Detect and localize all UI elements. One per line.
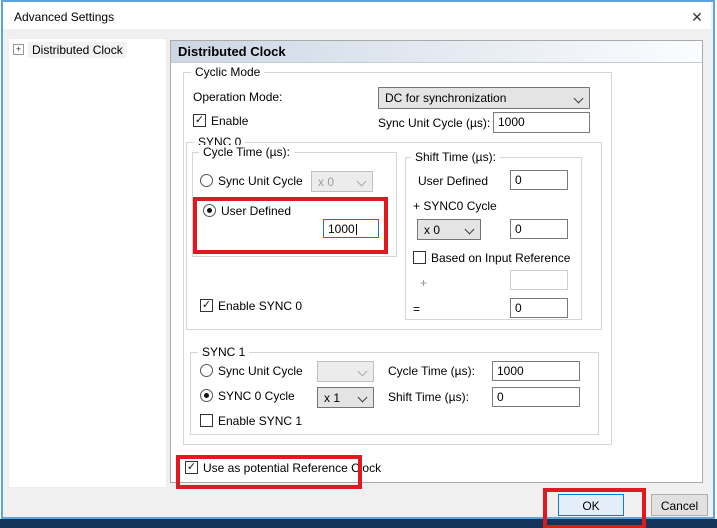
shift-multiplier-select[interactable]: x 0 <box>417 219 481 240</box>
enable-sync0-label[interactable]: Enable SYNC 0 <box>218 299 302 313</box>
reference-clock-label[interactable]: Use as potential Reference Clock <box>203 461 381 475</box>
sync1-shift-time-input[interactable]: 0 <box>492 387 580 407</box>
ok-button[interactable]: OK <box>558 494 624 516</box>
sync1-cycle-time-label: Cycle Time (µs): <box>388 364 475 378</box>
shift-user-defined-input[interactable]: 0 <box>510 170 568 190</box>
sync1-sync-unit-cycle-radio[interactable] <box>200 364 213 377</box>
plus-sync0-cycle-label: + SYNC0 Cycle <box>413 199 497 213</box>
screen: Advanced Settings ✕ + Distributed Clock … <box>0 0 717 528</box>
shift-equals-input[interactable]: 0 <box>510 298 568 318</box>
sync1-unit-multiplier-select[interactable] <box>317 361 374 382</box>
chevron-down-icon <box>358 393 368 403</box>
based-on-input-reference-checkbox[interactable] <box>413 251 426 264</box>
shift-user-defined-label: User Defined <box>418 174 488 188</box>
sync0-user-defined-input[interactable]: 1000 <box>323 219 379 238</box>
sync1-sync0-multiplier-value: x 1 <box>324 391 340 405</box>
sync1-sync0-cycle-radio[interactable] <box>200 389 213 402</box>
shift-plus-label: + <box>420 276 427 290</box>
reference-clock-checkbox[interactable]: ✓ <box>185 461 198 474</box>
shift-equals-label: = <box>413 302 420 316</box>
cyclic-mode-legend: Cyclic Mode <box>191 65 264 79</box>
sync0-cycle-time-legend: Cycle Time (µs): <box>199 145 294 159</box>
tree-expander-icon[interactable]: + <box>13 44 24 55</box>
enable-sync1-checkbox[interactable] <box>200 414 213 427</box>
shift-multiplier-result-input[interactable]: 0 <box>510 219 568 239</box>
chevron-down-icon <box>465 225 475 235</box>
enable-checkbox[interactable]: ✓ <box>193 114 206 127</box>
sync1-cycle-time-input[interactable]: 1000 <box>492 361 580 381</box>
enable-sync0-checkbox[interactable]: ✓ <box>200 299 213 312</box>
shift-plus-input[interactable] <box>510 270 568 290</box>
chevron-down-icon <box>358 367 368 377</box>
operation-mode-value: DC for synchronization <box>385 91 506 105</box>
shift-multiplier-value: x 0 <box>424 223 440 237</box>
sync1-sync0-multiplier-select[interactable]: x 1 <box>317 387 374 408</box>
dialog-title: Advanced Settings <box>14 10 114 24</box>
operation-mode-label: Operation Mode: <box>193 90 282 104</box>
sync-unit-cycle-input[interactable]: 1000 <box>493 112 590 133</box>
operation-mode-select[interactable]: DC for synchronization <box>378 87 590 109</box>
page-title: Distributed Clock <box>178 44 286 59</box>
bottom-bar <box>0 519 717 528</box>
cancel-button[interactable]: Cancel <box>651 494 708 516</box>
sync0-user-defined-radio[interactable] <box>203 204 216 217</box>
sync0-sync-unit-cycle-radio-label[interactable]: Sync Unit Cycle <box>218 174 303 188</box>
sync0-user-defined-radio-label[interactable]: User Defined <box>221 204 291 218</box>
sync1-sync-unit-cycle-radio-label[interactable]: Sync Unit Cycle <box>218 364 303 378</box>
close-icon[interactable]: ✕ <box>688 8 706 26</box>
sync1-legend: SYNC 1 <box>198 345 249 359</box>
sync1-sync0-cycle-radio-label[interactable]: SYNC 0 Cycle <box>218 389 295 403</box>
sync1-shift-time-label: Shift Time (µs): <box>388 390 469 404</box>
chevron-down-icon <box>574 94 584 104</box>
enable-sync1-label[interactable]: Enable SYNC 1 <box>218 414 302 428</box>
sync0-sync-unit-cycle-radio[interactable] <box>200 174 213 187</box>
sync0-shift-time-legend: Shift Time (µs): <box>411 150 500 164</box>
chevron-down-icon <box>357 177 367 187</box>
tree-item-distributed-clock[interactable]: Distributed Clock <box>28 42 127 58</box>
based-on-input-reference-label[interactable]: Based on Input Reference <box>431 251 570 265</box>
sync-unit-cycle-label: Sync Unit Cycle (µs): <box>378 116 490 130</box>
sync0-cycle-multiplier-select[interactable]: x 0 <box>311 171 373 192</box>
sync0-cycle-multiplier-value: x 0 <box>318 175 334 189</box>
enable-label[interactable]: Enable <box>211 114 248 128</box>
settings-tree-panel <box>8 38 167 488</box>
